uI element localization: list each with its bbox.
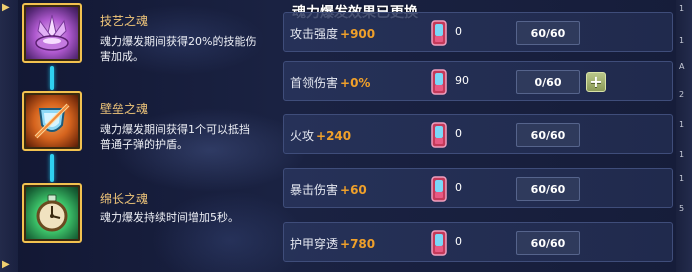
- soul-gem-icon: [431, 230, 447, 256]
- skill-icon-endurance[interactable]: [22, 183, 82, 243]
- stat-bonus: +240: [316, 129, 352, 143]
- skill-name: 技艺之魂: [100, 14, 149, 28]
- shield-slash-icon: [24, 93, 80, 149]
- gem-count: 90: [455, 74, 469, 87]
- gem-count: 0: [455, 181, 462, 194]
- stat-label: 首领伤害 +0%: [290, 74, 370, 91]
- stat-progress: 60/60: [516, 123, 580, 147]
- skill-name: 绵长之魂: [100, 192, 149, 206]
- crystal-lotus-icon: [24, 5, 80, 61]
- stat-label: 护甲穿透 +780: [290, 235, 375, 252]
- stat-label: 攻击强度 +900: [290, 25, 375, 42]
- stat-progress: 0/60: [516, 70, 580, 94]
- skill-icon-skill[interactable]: [22, 3, 82, 63]
- skill-name: 壁垒之魂: [100, 102, 149, 116]
- stat-progress: 60/60: [516, 231, 580, 255]
- gem-count: 0: [455, 127, 462, 140]
- stat-progress: 60/60: [516, 21, 580, 45]
- clock-icon: [24, 185, 80, 241]
- stat-row: 攻击强度 +900 0 60/60: [283, 12, 673, 52]
- stat-bonus: +60: [340, 183, 367, 197]
- stat-row: 暴击伤害 +60 0 60/60: [283, 168, 673, 208]
- stat-bonus: +900: [340, 27, 376, 41]
- edge-mark: 1: [679, 36, 685, 45]
- stat-row: 护甲穿透 +780 0 60/60: [283, 222, 673, 262]
- left-edge-strip: ▶ ▶: [0, 0, 18, 272]
- triangle-icon: ▶: [2, 2, 10, 13]
- stat-row: 火攻 +240 0 60/60: [283, 114, 673, 154]
- soul-gem-icon: [431, 122, 447, 148]
- edge-mark: 1: [679, 120, 685, 129]
- edge-mark: 1: [679, 174, 685, 183]
- stat-name: 攻击强度: [290, 27, 339, 41]
- stat-bonus: +780: [340, 237, 376, 251]
- gem-count: 0: [455, 235, 462, 248]
- stat-bonus: +0%: [340, 76, 371, 90]
- stat-name: 护甲穿透: [290, 237, 339, 251]
- stat-label: 暴击伤害 +60: [290, 181, 367, 198]
- stat-name: 暴击伤害: [290, 183, 339, 197]
- stat-name: 首领伤害: [290, 76, 339, 90]
- stat-row: 首领伤害 +0% 90 0/60 +: [283, 61, 673, 101]
- skill-desc: 魂力爆发期间获得20%的技能伤害加成。: [100, 35, 257, 63]
- edge-mark: A: [679, 62, 685, 71]
- soul-gem-icon: [431, 69, 447, 95]
- edge-mark: 1: [679, 4, 685, 13]
- gem-count: 0: [455, 25, 462, 38]
- stat-label: 火攻 +240: [290, 127, 351, 144]
- edge-mark: 1: [679, 150, 685, 159]
- skill-desc: 魂力爆发期间获得1个可以抵挡普通子弹的护盾。: [100, 123, 250, 151]
- edge-mark: 2: [679, 90, 685, 99]
- skill-connector: [50, 154, 54, 182]
- skill-icon-bulwark[interactable]: [22, 91, 82, 151]
- stat-progress: 60/60: [516, 177, 580, 201]
- edge-mark: 5: [679, 204, 685, 213]
- add-button[interactable]: +: [586, 72, 606, 92]
- right-edge-strip: 1 1 A 2 1 1 1 5: [676, 0, 692, 272]
- soul-gem-icon: [431, 20, 447, 46]
- skill-desc: 魂力爆发持续时间增加5秒。: [100, 211, 239, 224]
- triangle-icon: ▶: [2, 259, 10, 270]
- skill-connector: [50, 66, 54, 90]
- stat-name: 火攻: [290, 129, 315, 143]
- soul-gem-icon: [431, 176, 447, 202]
